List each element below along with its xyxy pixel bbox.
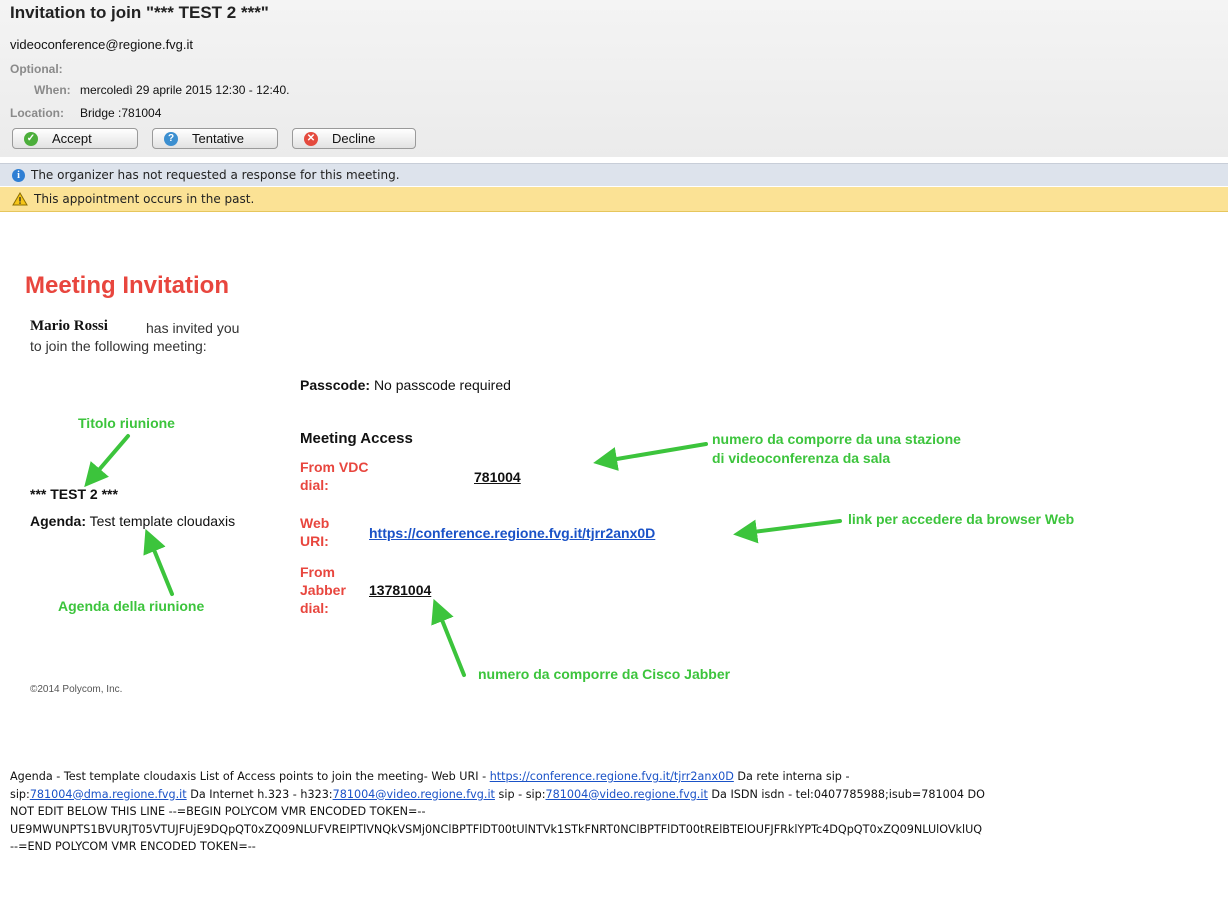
token-footer: Agenda - Test template cloudaxis List of… [10, 768, 1228, 856]
decline-button[interactable]: ✕ Decline [292, 128, 416, 149]
jabber-dial-number[interactable]: 13781004 [369, 582, 431, 598]
invite-title: Invitation to join "*** TEST 2 ***" [10, 3, 269, 22]
arrow-web [733, 519, 842, 544]
annotation-web: link per accedere da browser Web [848, 511, 1075, 527]
agenda-value: Test template cloudaxis [89, 513, 236, 529]
footer-text: Da ISDN isdn - tel:0407785988;isub=78100… [707, 787, 985, 801]
footer-line-5: --=END POLYCOM VMR ENCODED TOKEN=-- [10, 840, 256, 853]
arrow-titolo [84, 434, 130, 488]
annotation-vdc: numero da comporre da una stazione di vi… [712, 430, 961, 468]
arrow-vdc [593, 442, 708, 471]
location-value: Bridge :781004 [80, 106, 162, 120]
annotation-titolo: Titolo riunione [78, 415, 175, 431]
copyright-text: ©2014 Polycom, Inc. [30, 684, 123, 695]
checkmark-icon: ✓ [24, 131, 38, 146]
footer-h323-link[interactable]: 781004@video.regione.fvg.it [333, 788, 495, 801]
footer-line-1: Agenda - Test template cloudaxis List of… [10, 768, 1228, 786]
organizer-name: Mario Rossi [30, 318, 108, 334]
footer-text: Da rete interna sip - [733, 770, 850, 783]
location-label: Location: [10, 106, 64, 120]
footer-text: Agenda - Test template cloudaxis List of… [10, 770, 490, 783]
close-icon: ✕ [304, 131, 318, 146]
footer-text: Da Internet h.323 - h323: [186, 787, 333, 801]
vdc-dial-label: From VDC dial: [300, 459, 369, 493]
arrow-cisco [431, 598, 466, 677]
warning-message: This appointment occurs in the past. [34, 192, 255, 206]
passcode-label: Passcode: [300, 377, 371, 393]
arrow-agenda [143, 528, 174, 596]
footer-line-3: NOT EDIT BELOW THIS LINE --=BEGIN POLYCO… [10, 805, 426, 818]
passcode-value: No passcode required [373, 377, 511, 393]
jabber-dial-label: From Jabber dial: [300, 564, 346, 616]
meeting-title: *** TEST 2 *** [30, 486, 118, 502]
footer-line-2: sip:781004@dma.regione.fvg.it Da Interne… [10, 786, 1228, 804]
agenda-row: Agenda: Test template cloudaxis [30, 513, 235, 529]
annotation-vdc-line2: di videoconferenza da sala [712, 450, 891, 466]
info-banner: i The organizer has not requested a resp… [0, 163, 1228, 186]
annotation-agenda: Agenda della riunione [58, 598, 205, 614]
footer-text: sip: [10, 787, 30, 801]
tentative-button[interactable]: ? Tentative [152, 128, 278, 149]
warning-icon [12, 192, 28, 206]
footer-line-4: UE9MWUNPTS1BVURJT05VTUJFUjE9DQpQT0xZQ09N… [10, 822, 983, 836]
footer-text: sip - sip: [494, 787, 546, 801]
annotation-vdc-line1: numero da comporre da una stazione [712, 431, 961, 447]
footer-web-uri-link[interactable]: https://conference.regione.fvg.it/tjrr2a… [490, 770, 734, 783]
optional-label: Optional: [10, 62, 63, 76]
info-message: The organizer has not requested a respon… [31, 168, 400, 182]
vdc-dial-number[interactable]: 781004 [474, 469, 521, 485]
when-value: mercoledì 29 aprile 2015 12:30 - 12:40. [80, 83, 290, 97]
accept-label: Accept [52, 131, 92, 146]
invited-text: has invited you [146, 320, 240, 336]
invite-header: Invitation to join "*** TEST 2 ***" vide… [0, 0, 1228, 157]
footer-sip-video-link[interactable]: 781004@video.regione.fvg.it [546, 788, 708, 801]
follow-text: to join the following meeting: [30, 338, 207, 354]
agenda-label: Agenda: [30, 513, 86, 529]
meeting-invitation-heading: Meeting Invitation [25, 272, 229, 299]
footer-sip-dma-link[interactable]: 781004@dma.regione.fvg.it [30, 788, 187, 801]
accept-button[interactable]: ✓ Accept [12, 128, 138, 149]
when-label: When: [34, 83, 71, 97]
passcode-row: Passcode: No passcode required [300, 377, 511, 393]
decline-label: Decline [332, 131, 376, 146]
annotation-cisco: numero da comporre da Cisco Jabber [478, 666, 731, 682]
tentative-label: Tentative [192, 131, 245, 146]
meeting-access-heading: Meeting Access [300, 430, 413, 447]
warning-banner: This appointment occurs in the past. [0, 187, 1228, 212]
web-uri-link[interactable]: https://conference.regione.fvg.it/tjrr2a… [369, 525, 655, 541]
web-uri-label: Web URI: [300, 515, 330, 549]
sender-address[interactable]: videoconference@regione.fvg.it [10, 37, 193, 52]
question-icon: ? [164, 131, 178, 146]
info-icon: i [12, 168, 25, 182]
